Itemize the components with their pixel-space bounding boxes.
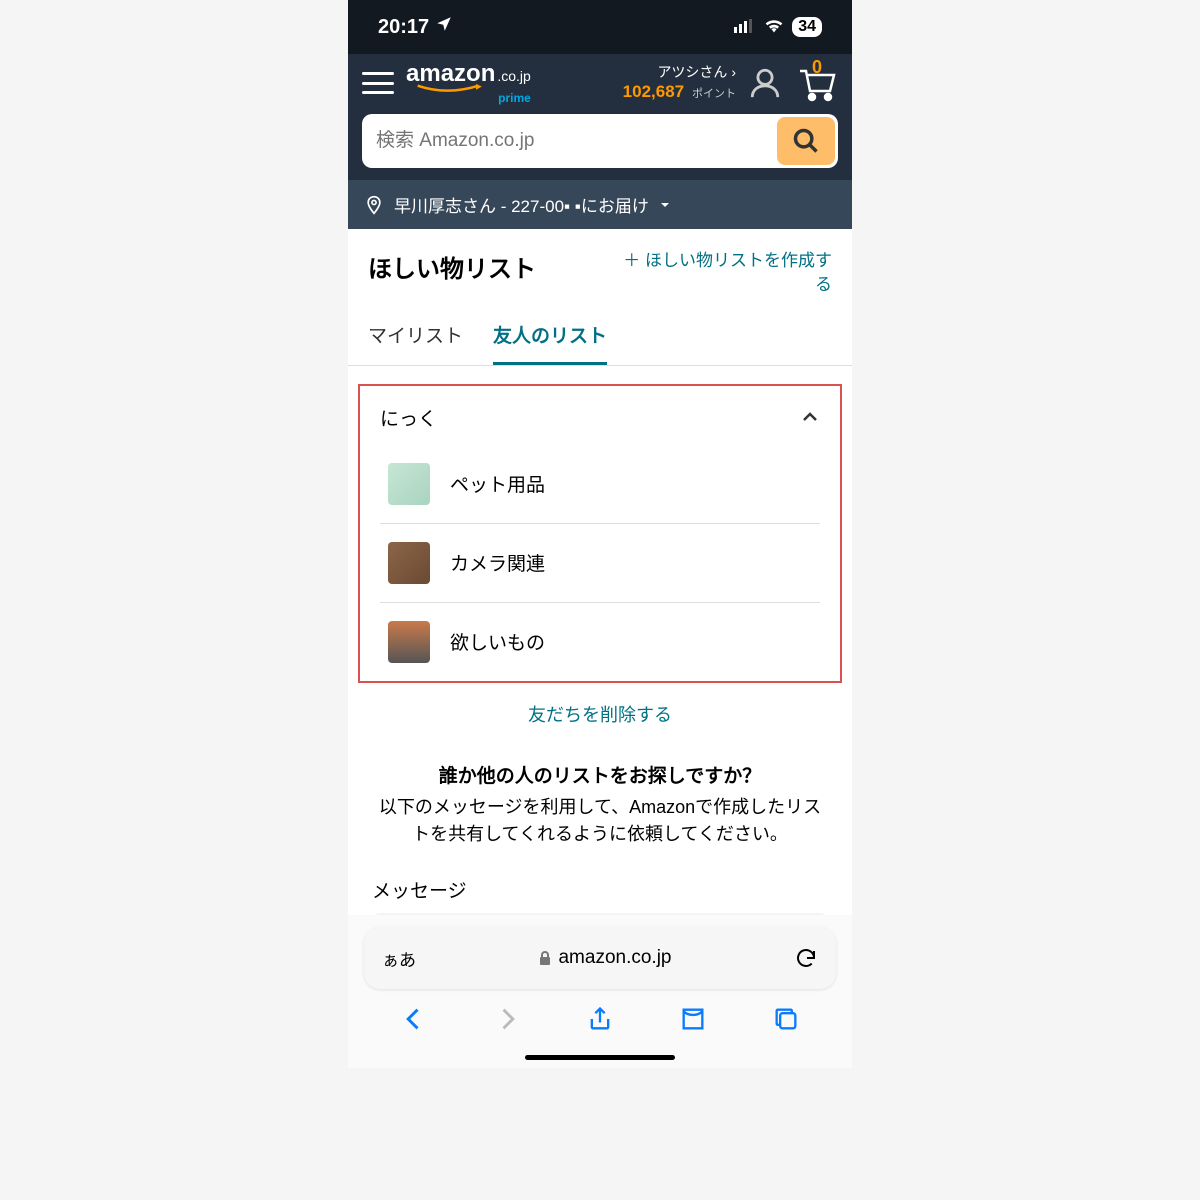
list-item[interactable]: ペット用品 (380, 445, 820, 524)
create-list-link[interactable]: ＋ ほしい物リストを作成する (622, 249, 832, 297)
list-thumb-icon (388, 542, 430, 584)
delivery-text: 早川厚志さん - 227-00▪ ▪にお届け (394, 192, 649, 217)
friend-name: にっく (380, 404, 437, 431)
safari-toolbar (348, 989, 852, 1049)
list-item-label: カメラ関連 (450, 549, 545, 576)
list-item[interactable]: カメラ関連 (380, 524, 820, 603)
prompt-title: 誰か他の人のリストをお探しですか？ (372, 761, 828, 788)
safari-chrome: ぁあ amazon.co.jp (348, 915, 852, 1068)
list-thumb-icon (388, 621, 430, 663)
back-icon[interactable] (400, 1005, 428, 1033)
status-time: 20:17 (378, 16, 429, 39)
menu-button[interactable] (362, 72, 394, 94)
user-name: アツシさん (657, 64, 727, 80)
main-content: ほしい物リスト ＋ ほしい物リストを作成する マイリスト 友人のリスト にっく … (348, 229, 852, 915)
logo-suffix: .co.jp (497, 69, 530, 83)
chevron-down-icon (659, 199, 671, 211)
message-section: メッセージ こんにちは、Amazonでリストを作成されました (348, 858, 852, 915)
chevron-up-icon (800, 407, 820, 427)
search-icon (792, 127, 820, 155)
cart-button[interactable]: 0 (794, 63, 838, 103)
prompt-body: 以下のメッセージを利用して、Amazonで作成したリストを共有してくれるように依… (372, 794, 828, 848)
home-indicator[interactable] (525, 1055, 675, 1060)
search-input[interactable] (362, 130, 774, 152)
delete-friend-link[interactable]: 友だちを削除する (348, 691, 852, 751)
points-value: 102,687 (623, 82, 684, 101)
bookmarks-icon[interactable] (679, 1005, 707, 1033)
account-icon[interactable] (748, 66, 782, 100)
cart-count: 0 (812, 57, 822, 78)
friend-header[interactable]: にっく (360, 386, 840, 445)
amazon-header: amazon .co.jp prime アツシさん › 102,687 ポイント (348, 54, 852, 180)
safari-url-bar[interactable]: ぁあ amazon.co.jp (364, 927, 836, 989)
account-link[interactable]: アツシさん › 102,687 ポイント (623, 63, 736, 103)
page-title: ほしい物リスト (368, 249, 536, 284)
location-pin-icon (364, 195, 384, 215)
reload-icon[interactable] (794, 946, 818, 970)
status-bar: 20:17 34 (348, 0, 852, 54)
location-arrow-icon (435, 15, 453, 39)
tab-friends[interactable]: 友人のリスト (493, 321, 607, 365)
tabs: マイリスト 友人のリスト (348, 307, 852, 366)
friend-list-panel: にっく ペット用品 カメラ関連 欲しいもの (358, 384, 842, 683)
chevron-right-icon: › (731, 64, 736, 80)
list-item[interactable]: 欲しいもの (380, 603, 820, 681)
list-thumb-icon (388, 463, 430, 505)
wifi-icon (764, 16, 784, 39)
delivery-bar[interactable]: 早川厚志さん - 227-00▪ ▪にお届け (348, 180, 852, 229)
amazon-logo[interactable]: amazon .co.jp prime (406, 62, 531, 104)
prime-label: prime (406, 92, 531, 104)
forward-icon (493, 1005, 521, 1033)
phone-frame: 20:17 34 amazon (348, 0, 852, 1068)
list-item-label: 欲しいもの (450, 628, 545, 655)
search-button[interactable] (777, 117, 835, 165)
battery-indicator: 34 (792, 17, 822, 37)
signal-icon (734, 16, 756, 39)
search-bar[interactable] (362, 114, 838, 168)
message-label: メッセージ (372, 876, 828, 903)
tabs-icon[interactable] (772, 1005, 800, 1033)
share-icon[interactable] (586, 1005, 614, 1033)
prompt-section: 誰か他の人のリストをお探しですか？ 以下のメッセージを利用して、Amazonで作… (348, 751, 852, 858)
points-label: ポイント (692, 88, 736, 100)
lock-icon (538, 950, 552, 966)
safari-text-size-button[interactable]: ぁあ (382, 946, 416, 971)
safari-domain[interactable]: amazon.co.jp (538, 947, 671, 969)
tab-mylist[interactable]: マイリスト (368, 321, 463, 365)
list-item-label: ペット用品 (450, 470, 545, 497)
logo-text: amazon (406, 62, 495, 86)
